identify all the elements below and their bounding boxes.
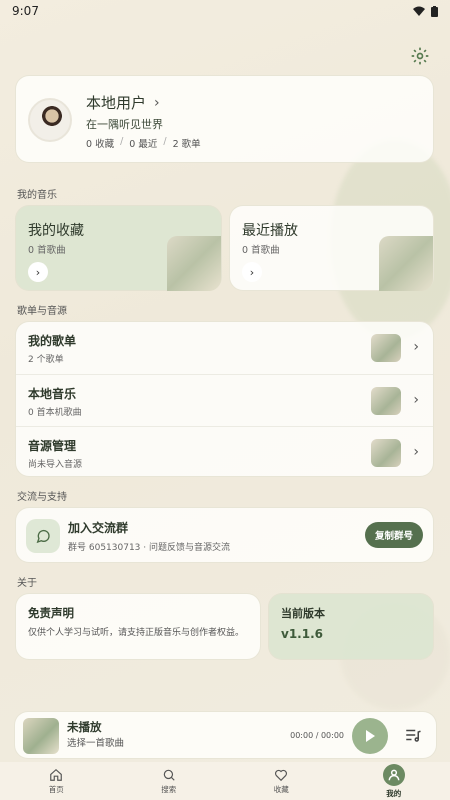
bottom-nav: 首页 搜索 收藏 我的 <box>0 762 450 800</box>
recent-tile[interactable]: 最近播放 0 首歌曲 › <box>229 205 434 291</box>
section-title-about: 关于 <box>17 578 37 589</box>
tile-artwork <box>379 236 433 291</box>
player-subtitle: 选择一首歌曲 <box>67 738 125 749</box>
status-bar: 9:07 <box>0 0 450 22</box>
profile-name: 本地用户 <box>86 94 147 112</box>
battery-icon <box>431 5 438 17</box>
favorites-tile[interactable]: 我的收藏 0 首歌曲 › <box>15 205 222 291</box>
section-title-my-music: 我的音乐 <box>17 190 57 201</box>
player-artwork <box>23 718 59 754</box>
stat-separator: / <box>163 136 167 147</box>
row-subtitle: 尚未导入音源 <box>28 460 83 470</box>
tile-count: 0 首歌曲 <box>28 245 66 256</box>
join-group-subtitle: 群号 605130713 · 问题反馈与音源交流 <box>68 543 230 553</box>
profile-card[interactable]: 本地用户 › 在一隅听见世界 0 收藏 / 0 最近 / 2 歌单 <box>15 75 434 163</box>
chevron-right-icon: › <box>154 94 160 111</box>
disclaimer-text: 仅供个人学习与试听，请支持正版音乐与创作者权益。 <box>28 628 245 638</box>
list-item-my-playlists[interactable]: 我的歌单 2 个歌单 › <box>16 322 433 374</box>
settings-gear-icon[interactable] <box>410 46 430 66</box>
version-card: 当前版本 v1.1.6 <box>268 593 434 660</box>
player-title: 未播放 <box>67 720 102 734</box>
nav-home[interactable]: 首页 <box>0 762 113 800</box>
list-item-local-music[interactable]: 本地音乐 0 首本机歌曲 › <box>16 374 433 426</box>
tile-count: 0 首歌曲 <box>242 245 280 256</box>
stat-playlists: 2 歌单 <box>172 139 201 150</box>
list-item-source-management[interactable]: 音源管理 尚未导入音源 › <box>16 426 433 478</box>
profile-name-row[interactable]: 本地用户 › <box>86 92 160 113</box>
user-icon <box>388 769 400 780</box>
tile-title: 我的收藏 <box>28 223 84 239</box>
nav-profile[interactable]: 我的 <box>338 762 450 800</box>
avatar[interactable] <box>28 98 72 142</box>
chevron-right-icon[interactable]: › <box>242 262 262 282</box>
profile-stats: 0 收藏 / 0 最近 / 2 歌单 <box>86 136 201 150</box>
playlists-list: 我的歌单 2 个歌单 › 本地音乐 0 首本机歌曲 › 音源管理 尚未导入音源 … <box>15 321 434 477</box>
row-subtitle: 0 首本机歌曲 <box>28 408 82 418</box>
stat-recent: 0 最近 <box>129 139 158 150</box>
join-group-card: 加入交流群 群号 605130713 · 问题反馈与音源交流 复制群号 <box>15 507 434 563</box>
stat-favorites: 0 收藏 <box>86 139 115 150</box>
section-title-playlists: 歌单与音源 <box>17 306 67 317</box>
chevron-right-icon: › <box>413 392 419 408</box>
row-title: 音源管理 <box>28 439 77 453</box>
wifi-icon <box>413 6 425 16</box>
player-time: 00:00 / 00:00 <box>290 731 344 740</box>
stat-separator: / <box>120 136 124 147</box>
nav-label: 收藏 <box>273 784 289 794</box>
tile-artwork <box>167 236 221 291</box>
row-title: 我的歌单 <box>28 334 77 348</box>
heart-icon <box>275 769 288 781</box>
nav-active-indicator <box>382 763 405 786</box>
mini-player[interactable]: 未播放 选择一首歌曲 00:00 / 00:00 <box>14 711 437 759</box>
nav-label: 搜索 <box>161 784 177 794</box>
version-value: v1.1.6 <box>281 627 323 641</box>
row-subtitle: 2 个歌单 <box>28 355 64 365</box>
row-title: 本地音乐 <box>28 387 77 401</box>
chevron-right-icon[interactable]: › <box>28 262 48 282</box>
tile-title: 最近播放 <box>242 223 298 239</box>
chat-bubble-icon <box>26 519 60 553</box>
row-thumbnail <box>371 387 401 415</box>
search-icon <box>163 769 175 781</box>
nav-label: 我的 <box>386 788 402 798</box>
copy-group-number-button[interactable]: 复制群号 <box>364 522 423 548</box>
disclaimer-card: 免责声明 仅供个人学习与试听，请支持正版音乐与创作者权益。 <box>15 593 261 660</box>
status-time: 9:07 <box>12 4 39 18</box>
join-group-title: 加入交流群 <box>68 521 129 535</box>
chevron-right-icon: › <box>413 444 419 460</box>
nav-label: 首页 <box>48 784 64 794</box>
play-icon <box>366 730 375 742</box>
section-title-community: 交流与支持 <box>17 492 67 503</box>
version-title: 当前版本 <box>281 607 325 620</box>
row-thumbnail <box>371 334 401 362</box>
nav-favorites[interactable]: 收藏 <box>225 762 338 800</box>
disclaimer-title: 免责声明 <box>28 606 74 620</box>
profile-tagline: 在一隅听见世界 <box>86 118 163 131</box>
chevron-right-icon: › <box>413 339 419 355</box>
nav-search[interactable]: 搜索 <box>113 762 226 800</box>
play-button[interactable] <box>352 718 388 754</box>
home-icon <box>50 768 63 781</box>
row-thumbnail <box>371 439 401 467</box>
playlist-queue-icon[interactable] <box>404 726 422 744</box>
